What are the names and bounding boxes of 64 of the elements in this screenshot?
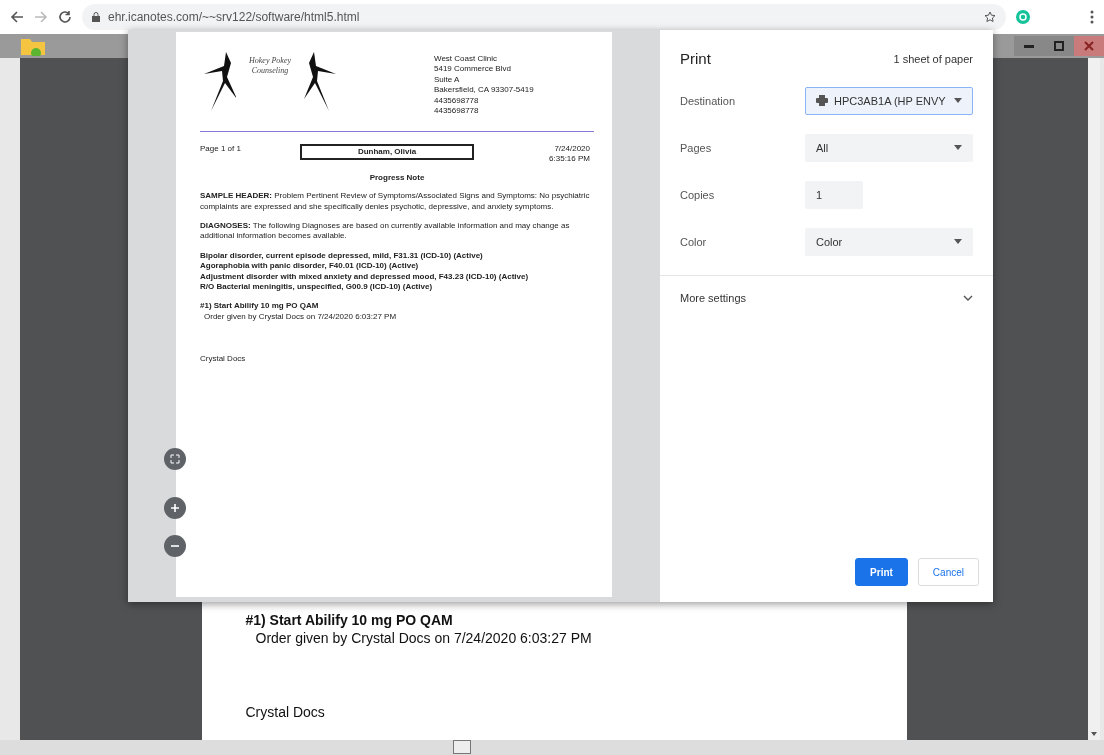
- address-line: Bakersfield, CA 93307-5419: [434, 85, 534, 96]
- scrollbar[interactable]: [1088, 58, 1100, 740]
- setting-label: Color: [680, 235, 708, 248]
- minimize-button[interactable]: [1014, 36, 1044, 56]
- chevron-down-icon: [963, 295, 973, 301]
- dialog-title: Print: [680, 50, 711, 67]
- copies-field[interactable]: 1: [805, 180, 863, 209]
- caret-icon: [954, 98, 962, 103]
- note-paragraph: DIAGNOSES: The following Diagnoses are based on currently available information and may change as additional information becomes available.: [200, 220, 571, 242]
- plus-icon: [170, 503, 180, 513]
- signature: Crystal Docs: [200, 354, 247, 365]
- reload-icon[interactable]: [58, 10, 72, 24]
- zoom-in-button[interactable]: [164, 497, 186, 519]
- print-button[interactable]: Print: [855, 558, 908, 586]
- splitter-handle[interactable]: [453, 740, 471, 754]
- diagnosis-line: R/O Bacterial meningitis, unspecified, G00.9 (ICD-10) (Active): [200, 281, 434, 293]
- close-button[interactable]: [1074, 36, 1104, 56]
- order-detail: Order given by Crystal Docs on 7/24/2020 6:03:27 PM: [203, 311, 398, 323]
- address-bar[interactable]: ehr.icanotes.com/~~srv122/software/html5.html: [82, 4, 1006, 30]
- order-detail: Order given by Crystal Docs on 7/24/2020 6:03:27 PM: [254, 630, 593, 646]
- back-icon[interactable]: [10, 10, 24, 24]
- order-title: #1) Start Abilify 10 mg PO QAM: [200, 301, 320, 312]
- signature: Crystal Docs: [245, 704, 326, 720]
- caret-icon: [954, 239, 962, 244]
- folder-icon: [20, 36, 46, 56]
- setting-label: Copies: [680, 188, 716, 201]
- fit-to-page-button[interactable]: [164, 448, 186, 470]
- address-line: 4435698778: [434, 105, 480, 117]
- address-line: Suite A: [434, 74, 461, 86]
- close-icon: [1084, 41, 1094, 51]
- page-number: Page 1 of 1: [200, 144, 241, 153]
- menu-icon[interactable]: [1090, 10, 1094, 24]
- address-line: West Coast Clinic: [434, 54, 498, 65]
- maximize-icon: [1054, 41, 1064, 51]
- dropdown[interactable]: Color: [805, 227, 973, 256]
- fit-icon: [170, 454, 180, 464]
- more-settings-row[interactable]: More settings: [660, 275, 993, 320]
- date-text: 7/24/2020: [553, 144, 590, 155]
- setting-label: Pages: [680, 141, 713, 154]
- cancel-button[interactable]: Cancel: [917, 558, 979, 586]
- diagnosis-line: Adjustment disorder with mixed anxiety and depressed mood, F43.23 (ICD-10) (Active): [200, 271, 530, 282]
- order-title: #1) Start Abilify 10 mg PO QAM: [245, 612, 454, 628]
- setting-label: Destination: [680, 94, 737, 107]
- patient-name: Dunham, Olivia: [300, 144, 474, 161]
- time-text: 6:35:16 PM: [549, 154, 590, 165]
- printer-icon: [816, 95, 828, 106]
- note-paragraph: SAMPLE HEADER: Problem Pertinent Review of Symptoms/Associated Signs and Symptoms: No psychiatric complaints are expressed and she specifically denies psychotic, depressive, and anxiety symptoms.: [200, 191, 591, 212]
- lock-icon: [92, 12, 100, 22]
- address-line: 5419 Commerce Blvd: [434, 64, 512, 75]
- caret-icon: [954, 145, 962, 150]
- sheet-count: 1 sheet of paper: [893, 52, 973, 65]
- zoom-out-button[interactable]: [164, 535, 186, 557]
- diagnosis-line: Bipolar disorder, current episode depressed, mild, F31.31 (ICD-10) (Active): [200, 250, 484, 262]
- more-settings-label: More settings: [680, 292, 747, 304]
- minimize-icon: [1024, 44, 1034, 48]
- address-line: 4435698778: [434, 95, 480, 106]
- url-text: ehr.icanotes.com/~~srv122/software/html5.html: [108, 10, 361, 24]
- dropdown[interactable]: HPC3AB1A (HP ENVY: [805, 86, 973, 115]
- logo-text: Hokey Pokey Counseling: [249, 56, 291, 76]
- note-title: Progress Note: [369, 172, 425, 182]
- maximize-button[interactable]: [1044, 36, 1074, 56]
- star-icon[interactable]: [984, 11, 996, 23]
- dropdown[interactable]: All: [805, 133, 973, 162]
- diagnosis-line: Agoraphobia with panic disorder, F40.01 (ICD-10) (Active): [200, 261, 420, 272]
